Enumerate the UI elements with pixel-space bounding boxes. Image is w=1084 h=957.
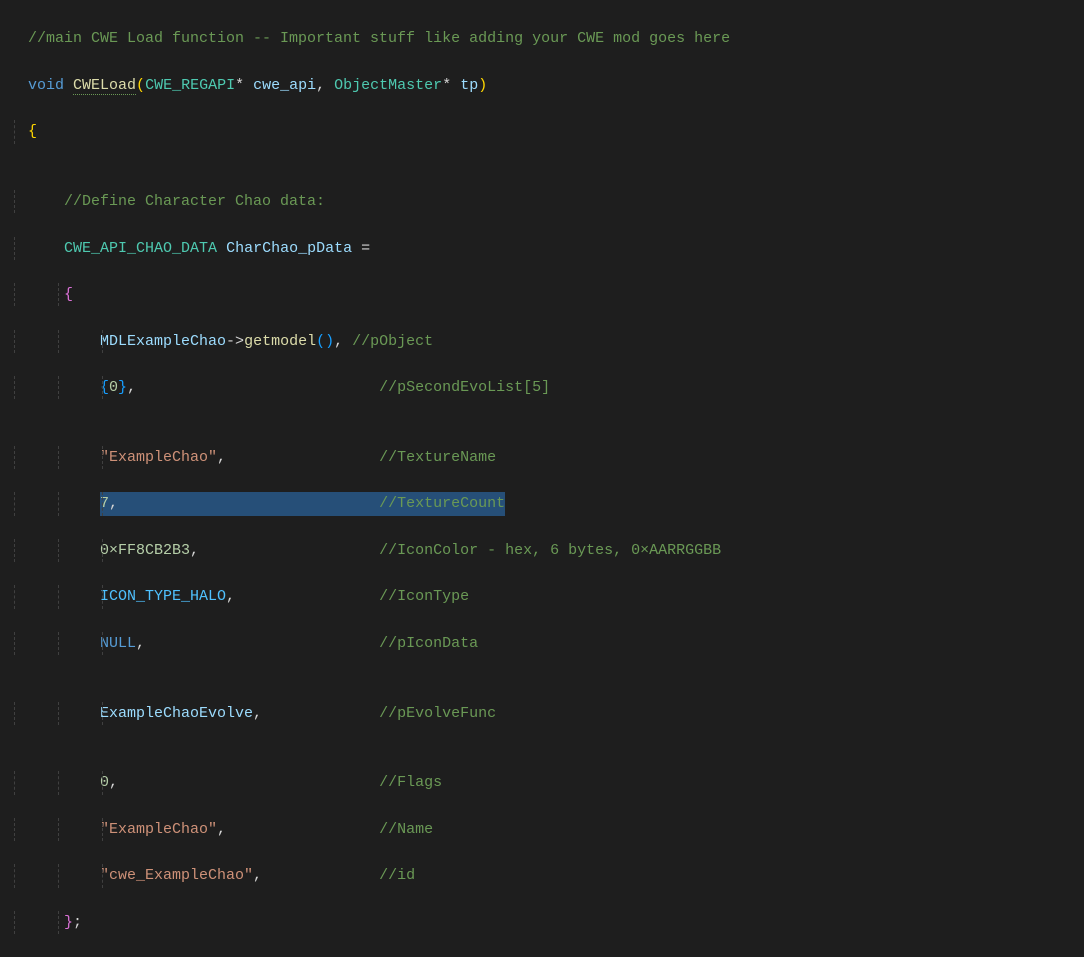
code-line: ICON_TYPE_HALO, //IconType	[4, 585, 1084, 608]
code-line: "ExampleChao", //Name	[4, 818, 1084, 841]
equals: =	[352, 240, 370, 257]
comment: //pSecondEvoList[5]	[379, 379, 550, 396]
number: 0	[109, 379, 118, 396]
comma: ,	[109, 774, 118, 791]
comment: //Flags	[379, 774, 442, 791]
comma: ,	[190, 542, 199, 559]
code-line: 0×FF8CB2B3, //IconColor - hex, 6 bytes, …	[4, 539, 1084, 562]
comment: //main CWE Load function -- Important st…	[28, 30, 730, 47]
comma: ,	[217, 449, 226, 466]
method: getmodel	[244, 333, 316, 350]
code-line: {0}, //pSecondEvoList[5]	[4, 376, 1084, 399]
hex-number: 0×FF8CB2B3	[100, 542, 190, 559]
paren-open: (	[136, 77, 145, 94]
comma: ,	[226, 588, 235, 605]
code-line: "ExampleChao", //TextureName	[4, 446, 1084, 469]
code-line: CWE_API_CHAO_DATA CharChao_pData =	[4, 237, 1084, 260]
code-line: {	[4, 120, 1084, 143]
semicolon: ;	[73, 914, 82, 931]
code-line: //main CWE Load function -- Important st…	[4, 27, 1084, 50]
code-line: 0, //Flags	[4, 771, 1084, 794]
comment: //Define Character Chao data:	[64, 193, 325, 210]
comma: ,	[136, 635, 145, 652]
paren-close: )	[478, 77, 487, 94]
star: *	[442, 77, 451, 94]
star: *	[235, 77, 244, 94]
comment: //IconType	[379, 588, 469, 605]
code-line: NULL, //pIconData	[4, 632, 1084, 655]
comment: //IconColor - hex, 6 bytes, 0×AARRGGBB	[379, 542, 721, 559]
comma: ,	[127, 379, 136, 396]
comma: ,	[217, 821, 226, 838]
comment: //TextureCount	[379, 495, 505, 512]
code-line: MDLExampleChao->getmodel(), //pObject	[4, 330, 1084, 353]
comment: //pObject	[352, 333, 433, 350]
comment: //id	[379, 867, 415, 884]
identifier: ExampleChaoEvolve	[100, 705, 253, 722]
string: "ExampleChao"	[100, 821, 217, 838]
paren-open: (	[316, 333, 325, 350]
comma: ,	[109, 495, 118, 512]
string: "ExampleChao"	[100, 449, 217, 466]
code-line: void CWELoad(CWE_REGAPI* cwe_api, Object…	[4, 74, 1084, 97]
code-editor[interactable]: //main CWE Load function -- Important st…	[0, 4, 1084, 957]
code-line-highlighted: 7, //TextureCount	[4, 492, 1084, 515]
comment: //pIconData	[379, 635, 478, 652]
type: CWE_REGAPI	[145, 77, 235, 94]
function-name: CWELoad	[73, 77, 136, 95]
selection-highlight: 7,	[100, 492, 379, 515]
param: tp	[460, 77, 478, 94]
code-line: //Define Character Chao data:	[4, 190, 1084, 213]
paren-close: )	[325, 333, 334, 350]
type: ObjectMaster	[334, 77, 442, 94]
brace-close: }	[118, 379, 127, 396]
comma: ,	[316, 77, 325, 94]
identifier: MDLExampleChao	[100, 333, 226, 350]
comment: //Name	[379, 821, 433, 838]
comment: //pEvolveFunc	[379, 705, 496, 722]
string: "cwe_ExampleChao"	[100, 867, 253, 884]
constant: ICON_TYPE_HALO	[100, 588, 226, 605]
code-line: };	[4, 911, 1084, 934]
comma: ,	[253, 705, 262, 722]
code-line: ExampleChaoEvolve, //pEvolveFunc	[4, 702, 1084, 725]
keyword-void: void	[28, 77, 64, 94]
brace-open: {	[28, 123, 37, 140]
comma: ,	[253, 867, 262, 884]
brace-close: }	[64, 914, 73, 931]
code-line: {	[4, 283, 1084, 306]
code-line: "cwe_ExampleChao", //id	[4, 864, 1084, 887]
arrow: ->	[226, 333, 244, 350]
param: cwe_api	[253, 77, 316, 94]
brace-open: {	[64, 286, 73, 303]
comma: ,	[334, 333, 343, 350]
variable: CharChao_pData	[226, 240, 352, 257]
null-keyword: NULL	[100, 635, 136, 652]
type: CWE_API_CHAO_DATA	[64, 240, 217, 257]
comment: //TextureName	[379, 449, 496, 466]
